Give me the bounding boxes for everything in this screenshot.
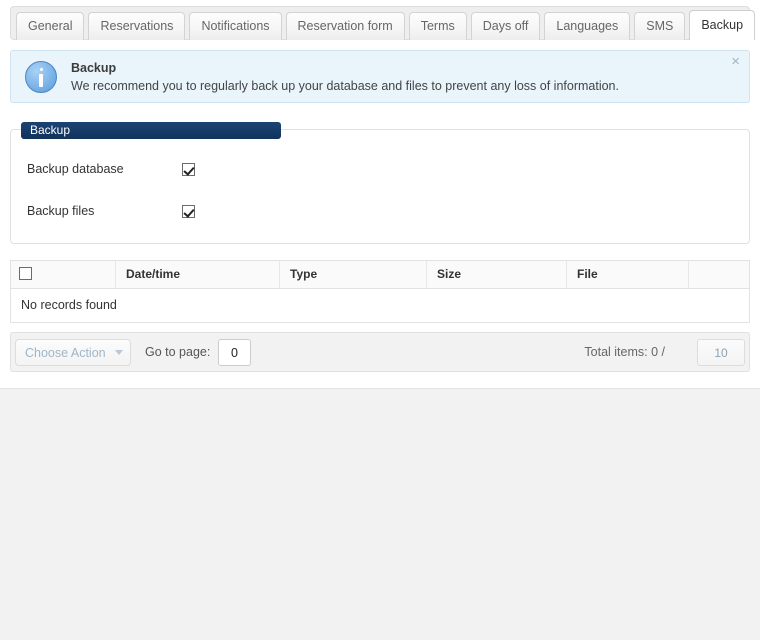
backup-panel-legend: Backup: [21, 122, 281, 139]
close-icon[interactable]: ×: [731, 54, 740, 69]
column-size[interactable]: Size: [427, 261, 567, 288]
tab-reservation-form[interactable]: Reservation form: [285, 12, 405, 40]
tab-sms[interactable]: SMS: [634, 12, 686, 40]
info-icon-dot: [39, 68, 43, 71]
info-icon: [25, 61, 57, 93]
column-type[interactable]: Type: [280, 261, 427, 288]
backup-database-row: Backup database: [27, 158, 195, 180]
backup-database-checkbox[interactable]: [182, 162, 195, 176]
chevron-down-icon: [115, 350, 123, 355]
page-background-area: [0, 389, 760, 640]
per-page-input[interactable]: [697, 339, 745, 366]
backup-files-label: Backup files: [27, 204, 95, 218]
goto-page-input[interactable]: [218, 339, 251, 366]
backups-table: Date/time Type Size File No records foun…: [10, 260, 750, 323]
column-file[interactable]: File: [567, 261, 689, 288]
table-footer-toolbar: Choose Action Go to page: Total items: 0…: [10, 332, 750, 372]
choose-action-label: Choose Action: [25, 346, 106, 360]
info-banner-title: Backup: [71, 61, 117, 75]
column-actions: [689, 261, 749, 288]
tab-notifications[interactable]: Notifications: [189, 12, 282, 40]
column-datetime[interactable]: Date/time: [116, 261, 280, 288]
backups-table-header: Date/time Type Size File: [11, 261, 749, 289]
choose-action-dropdown[interactable]: Choose Action: [15, 339, 131, 366]
backup-files-row: Backup files: [27, 200, 195, 222]
tab-languages[interactable]: Languages: [544, 12, 631, 40]
goto-page-label: Go to page:: [145, 345, 211, 359]
select-all-checkbox[interactable]: [19, 267, 32, 280]
settings-tab-bar: General Reservations Notifications Reser…: [10, 6, 756, 40]
tab-reservations[interactable]: Reservations: [88, 12, 186, 40]
page-canvas: General Reservations Notifications Reser…: [0, 0, 760, 389]
backup-files-checkbox[interactable]: [182, 204, 195, 218]
tab-backup[interactable]: Backup: [689, 10, 756, 40]
tab-days-off[interactable]: Days off: [470, 12, 541, 40]
empty-state-message: No records found: [11, 289, 749, 322]
tab-terms[interactable]: Terms: [408, 12, 467, 40]
total-items-label: Total items: 0 /: [584, 345, 665, 359]
backup-panel: Backup Backup database Backup files Back…: [10, 122, 750, 314]
tab-general[interactable]: General: [16, 12, 85, 40]
backup-database-label: Backup database: [27, 162, 124, 176]
info-banner-message: We recommend you to regularly back up yo…: [71, 79, 619, 93]
column-select-all: [11, 261, 116, 288]
info-icon-stem: [39, 74, 43, 87]
info-banner: Backup We recommend you to regularly bac…: [10, 50, 750, 103]
